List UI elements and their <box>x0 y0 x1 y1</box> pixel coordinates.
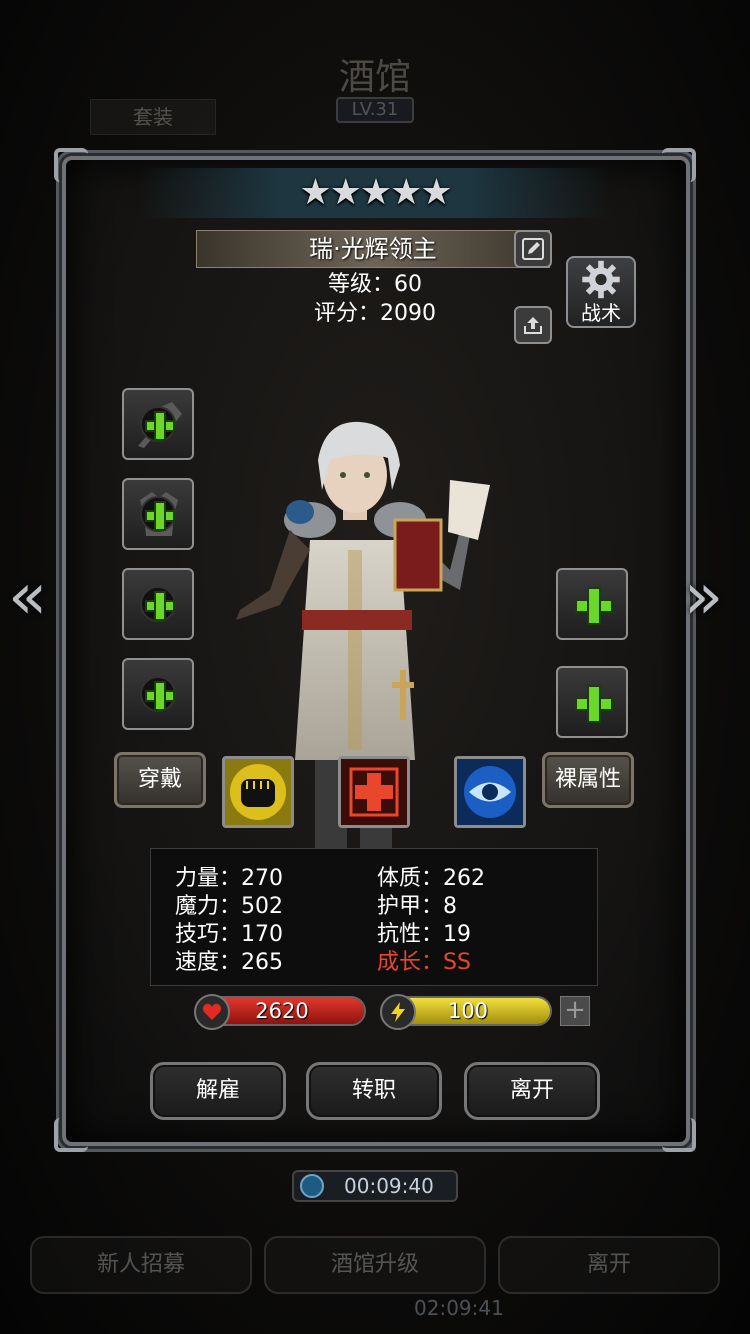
stat-growth: 成长：SS <box>377 950 471 975</box>
hero-level: 等级：60 <box>328 272 422 297</box>
class-change-button[interactable]: 转职 <box>306 1062 442 1120</box>
add-icon <box>140 676 176 712</box>
add-icon <box>140 406 176 442</box>
accessory-slot-1[interactable] <box>122 568 194 640</box>
stat-speed: 速度：265 <box>175 950 283 975</box>
fist-icon <box>225 759 291 825</box>
heal-cross-icon <box>341 759 407 825</box>
lightning-icon <box>380 994 416 1030</box>
tavern-level: LV.31 <box>336 97 414 123</box>
recruit-button[interactable]: 新人招募 <box>30 1236 252 1294</box>
add-icon <box>140 496 176 532</box>
star-rating: ★★★★★ <box>299 172 452 213</box>
hero-name: 瑞·光辉领主 <box>309 235 437 263</box>
add-icon <box>575 587 613 625</box>
rune-slot-1[interactable] <box>556 568 628 640</box>
leave-button[interactable]: 离开 <box>464 1062 600 1120</box>
stat-strength: 力量：270 <box>175 866 283 891</box>
gear-icon <box>582 260 620 299</box>
tactics-label: 战术 <box>581 301 621 325</box>
tavern-title: 酒馆 <box>338 57 411 98</box>
pencil-icon <box>522 238 544 260</box>
tactics-button[interactable]: 战术 <box>566 256 636 328</box>
game-screen: 酒馆 LV.31 套装 冒险者：30/36 魂：95619 新人招募 酒馆升级 … <box>0 0 750 1334</box>
previous-hero-arrow[interactable]: « <box>8 560 47 634</box>
wear-button[interactable]: 穿戴 <box>114 752 206 808</box>
panel-corner-ornament <box>662 1118 696 1152</box>
armor-slot[interactable] <box>122 478 194 550</box>
base-attributes-button[interactable]: 裸属性 <box>542 752 634 808</box>
eye-icon <box>457 759 523 825</box>
stat-skill: 技巧：170 <box>175 922 283 947</box>
timer-display: 00:09:40 <box>292 1170 458 1202</box>
stat-magic: 魔力：502 <box>175 894 283 919</box>
timer-value: 00:09:40 <box>344 1174 434 1198</box>
skill-slot-2[interactable] <box>338 756 410 828</box>
panel-corner-ornament <box>54 1118 88 1152</box>
stat-resistance: 抗性：19 <box>377 922 471 947</box>
add-energy-button[interactable]: + <box>560 996 590 1026</box>
accessory-slot-2[interactable] <box>122 658 194 730</box>
hero-score: 评分：2090 <box>314 301 436 326</box>
heart-icon <box>194 994 230 1030</box>
stat-constitution: 体质：262 <box>377 866 485 891</box>
stat-armor: 护甲：8 <box>377 894 457 919</box>
add-icon <box>575 685 613 723</box>
leave-tavern-button[interactable]: 离开 <box>498 1236 720 1294</box>
clock-icon <box>300 1174 324 1198</box>
upload-icon <box>524 317 542 334</box>
upgrade-tavern-button[interactable]: 酒馆升级 <box>264 1236 486 1294</box>
add-icon <box>140 586 176 622</box>
skill-slot-3[interactable] <box>454 756 526 828</box>
tavern-timer: 02:09:41 <box>414 1296 504 1320</box>
weapon-slot[interactable] <box>122 388 194 460</box>
dismiss-button[interactable]: 解雇 <box>150 1062 286 1120</box>
rune-slot-2[interactable] <box>556 666 628 738</box>
next-hero-arrow[interactable]: » <box>684 560 723 634</box>
share-button[interactable] <box>514 306 552 344</box>
skill-slot-1[interactable] <box>222 756 294 828</box>
stats-panel: 力量：270 魔力：502 技巧：170 速度：265 体质：262 护甲：8 … <box>150 848 598 986</box>
rename-button[interactable] <box>514 230 552 268</box>
set-tab[interactable]: 套装 <box>90 99 216 135</box>
